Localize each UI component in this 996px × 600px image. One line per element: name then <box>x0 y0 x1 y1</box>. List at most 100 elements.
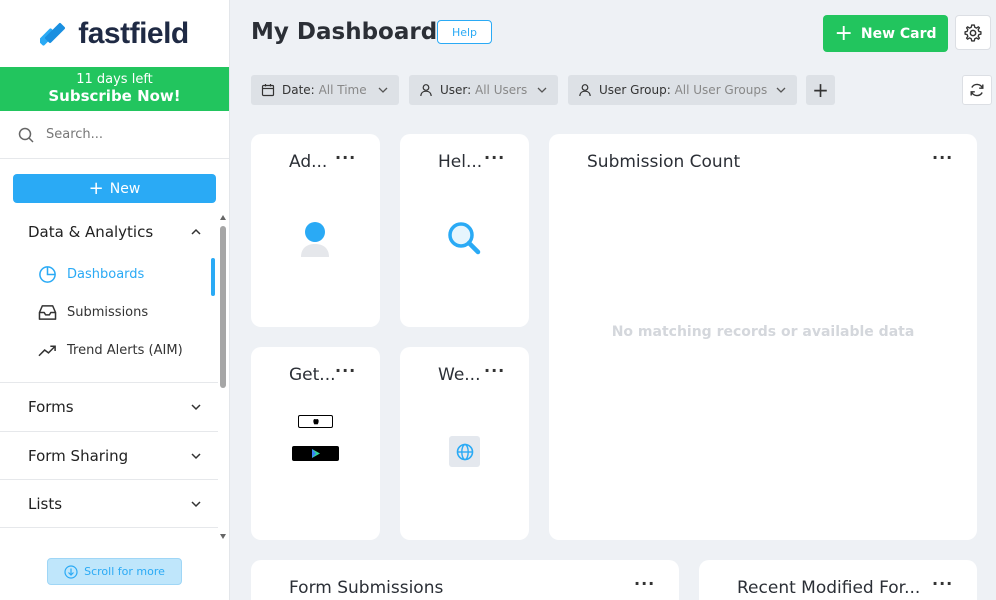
plus-icon: + <box>834 20 853 46</box>
chevron-down-icon <box>191 453 201 460</box>
subscribe-link[interactable]: Subscribe Now! <box>0 88 229 104</box>
card-menu-icon[interactable]: ··· <box>932 574 953 593</box>
card-help[interactable]: Hel... ··· <box>400 134 529 327</box>
pie-chart-icon <box>39 266 56 283</box>
user-group-filter-value: All User Groups <box>674 83 768 97</box>
nav-section-lists[interactable]: Lists <box>0 492 218 516</box>
globe-icon-box <box>449 436 480 467</box>
active-indicator <box>211 258 215 296</box>
refresh-button[interactable] <box>962 75 992 105</box>
sidebar-item-label: Dashboards <box>67 267 145 282</box>
new-button[interactable]: + New <box>13 174 216 203</box>
gear-icon <box>964 23 982 42</box>
user-avatar-icon <box>301 222 329 257</box>
globe-icon <box>456 443 473 460</box>
nav-section-label: Data & Analytics <box>28 223 154 241</box>
brand-name: fastfield <box>78 16 189 50</box>
card-title: Hel... <box>438 152 483 172</box>
card-form-submissions[interactable]: Form Submissions ··· <box>251 560 679 600</box>
user-group-filter[interactable]: User Group: All User Groups <box>568 75 797 105</box>
user-filter-value: All Users <box>475 83 528 97</box>
chevron-down-icon <box>537 87 547 93</box>
trial-banner[interactable]: 11 days left Subscribe Now! <box>0 67 229 111</box>
calendar-icon <box>261 84 275 97</box>
scroll-for-more-label: Scroll for more <box>84 565 165 578</box>
nav-section-form-sharing[interactable]: Form Sharing <box>0 444 218 468</box>
trial-days-left: 11 days left <box>76 72 153 87</box>
sidebar-item-label: Trend Alerts (AIM) <box>67 343 183 358</box>
card-menu-icon[interactable]: ··· <box>932 148 953 167</box>
nav-section-forms[interactable]: Forms <box>0 395 218 419</box>
scroll-up-arrow-icon <box>220 215 226 220</box>
card-title: Recent Modified For... <box>737 578 921 598</box>
card-menu-icon[interactable]: ··· <box>484 148 505 167</box>
nav-section-label: Lists <box>28 495 63 513</box>
chevron-down-icon <box>191 404 201 411</box>
google-play-badge[interactable] <box>292 446 339 461</box>
trend-up-icon <box>38 344 56 356</box>
card-ad[interactable]: Ad... ··· <box>251 134 380 327</box>
user-group-filter-label: User Group: <box>599 83 671 97</box>
user-icon <box>420 84 432 97</box>
sidebar: fastfield 11 days left Subscribe Now! + … <box>0 0 230 600</box>
plus-icon: + <box>812 78 829 102</box>
card-menu-icon[interactable]: ··· <box>335 148 356 167</box>
divider <box>0 527 218 528</box>
new-button-label: New <box>109 180 141 197</box>
sidebar-scrollbar[interactable] <box>219 214 227 540</box>
card-title: We... <box>438 365 481 385</box>
date-filter-label: Date: <box>282 83 315 97</box>
card-menu-icon[interactable]: ··· <box>634 574 655 593</box>
chevron-down-icon <box>191 501 201 508</box>
arrow-down-circle-icon <box>64 564 78 579</box>
search-box <box>0 111 229 159</box>
card-menu-icon[interactable]: ··· <box>335 361 356 380</box>
card-title: Ad... <box>289 152 328 172</box>
settings-button[interactable] <box>955 15 991 50</box>
sidebar-item-dashboards[interactable]: Dashboards <box>38 265 144 284</box>
apple-icon <box>312 418 319 425</box>
card-title: Get... <box>289 365 336 385</box>
page-title: My Dashboard <box>251 19 438 45</box>
card-title: Submission Count <box>587 152 741 172</box>
chevron-up-icon <box>191 228 201 235</box>
plus-icon: + <box>88 177 104 199</box>
search-input[interactable] <box>46 127 196 142</box>
nav-section-label: Form Sharing <box>28 447 129 465</box>
card-submission-count[interactable]: Submission Count ··· No matching records… <box>549 134 977 540</box>
scroll-thumb[interactable] <box>220 226 226 388</box>
date-filter[interactable]: Date: All Time <box>251 75 399 105</box>
sidebar-item-label: Submissions <box>67 305 149 320</box>
card-we[interactable]: We... ··· <box>400 347 529 540</box>
sidebar-item-submissions[interactable]: Submissions <box>38 304 148 321</box>
chevron-down-icon <box>378 87 388 93</box>
fastfield-logo-icon <box>40 22 66 46</box>
user-filter[interactable]: User: All Users <box>409 75 558 105</box>
new-card-button[interactable]: + New Card <box>823 15 948 52</box>
add-filter-button[interactable]: + <box>806 75 835 105</box>
card-title: Form Submissions <box>289 578 444 598</box>
play-store-icon <box>311 449 320 458</box>
divider <box>0 382 218 383</box>
refresh-icon <box>970 83 984 97</box>
sidebar-item-trend-alerts[interactable]: Trend Alerts (AIM) <box>38 343 183 358</box>
card-get[interactable]: Get... ··· <box>251 347 380 540</box>
nav-section-data-analytics[interactable]: Data & Analytics <box>0 220 218 244</box>
search-icon <box>18 127 34 143</box>
card-menu-icon[interactable]: ··· <box>484 361 505 380</box>
divider <box>0 479 218 480</box>
nav-section-label: Forms <box>28 398 74 416</box>
card-recent-modified-forms[interactable]: Recent Modified For... ··· <box>699 560 977 600</box>
magnifier-icon <box>448 222 481 255</box>
inbox-icon <box>38 305 57 320</box>
new-card-label: New Card <box>860 25 937 42</box>
user-filter-label: User: <box>440 83 472 97</box>
help-button[interactable]: Help <box>437 20 492 44</box>
app-store-badge[interactable] <box>298 415 333 428</box>
logo[interactable]: fastfield <box>0 0 229 67</box>
scroll-for-more-button[interactable]: Scroll for more <box>47 558 182 585</box>
empty-state-message: No matching records or available data <box>611 324 915 340</box>
date-filter-value: All Time <box>318 83 367 97</box>
user-icon <box>579 84 591 97</box>
chevron-down-icon <box>776 87 786 93</box>
